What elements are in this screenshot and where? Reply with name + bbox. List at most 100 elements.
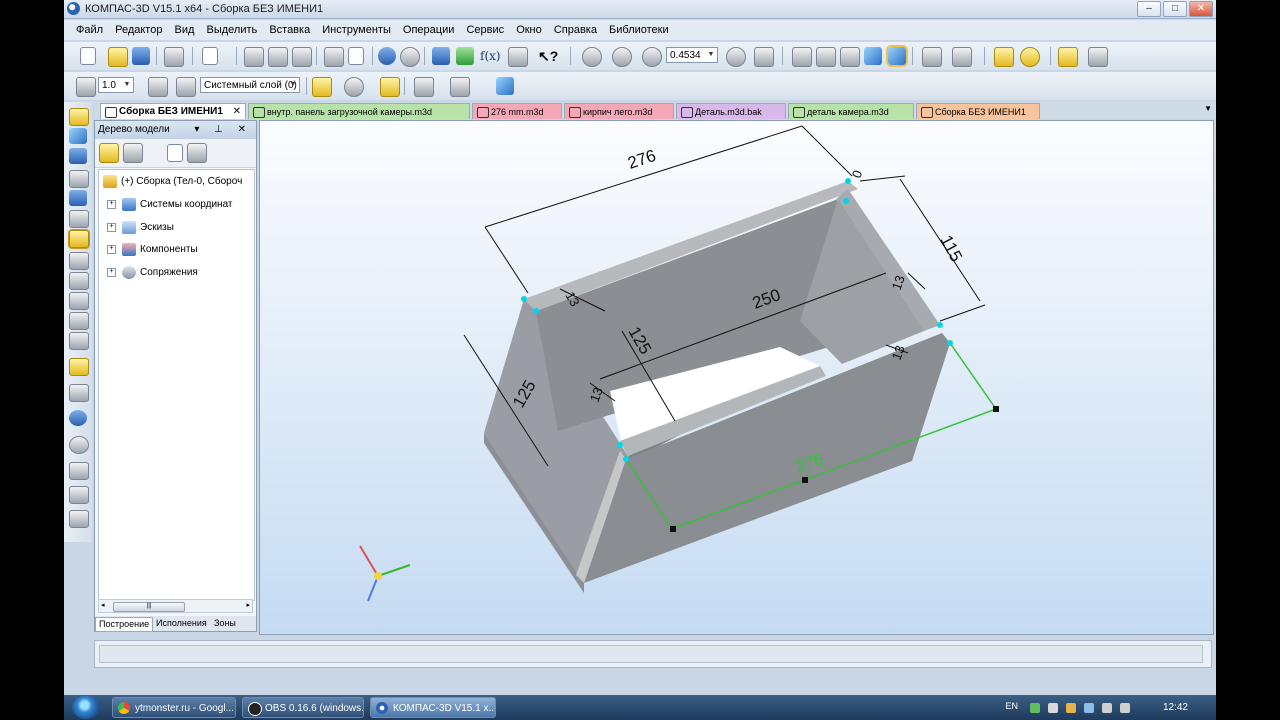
view-params-icon[interactable] [496,77,514,95]
component-icon[interactable] [69,128,87,144]
step-field[interactable]: 1.0 ▼ [98,77,134,93]
measure-tools-icon[interactable] [69,170,89,188]
menu-service[interactable]: Сервис [466,20,504,40]
tray-display-icon[interactable] [1120,703,1130,713]
tree-horizontal-scrollbar[interactable]: ◂ ||| ▸ [98,599,253,613]
task-kompas[interactable]: КОМПАС-3D V15.1 x... [370,697,496,718]
assembly-tree-icon[interactable] [1020,47,1040,67]
rotate-icon[interactable] [726,47,746,67]
document-list-icon[interactable] [348,47,364,65]
tray-app-icon[interactable] [1030,703,1040,713]
save-icon[interactable] [132,47,150,65]
zoom-window-icon[interactable] [582,47,602,67]
menu-window[interactable]: Окно [516,20,542,40]
tab-inner-panel[interactable]: внутр. панель загрузочной камеры.m3d [248,103,470,119]
minimize-button[interactable]: – [1137,1,1161,17]
help-pointer-icon[interactable]: ↖? [538,47,558,65]
tab-zones[interactable]: Зоны [211,617,239,630]
tree-item-coordinate-systems[interactable]: + Системы координат [107,197,233,213]
menu-select[interactable]: Выделить [207,20,258,40]
tree-item-components[interactable]: + Компоненты [107,242,198,258]
expand-icon[interactable]: + [107,267,116,277]
shaded-edges-cube-icon[interactable] [886,45,908,67]
expand-icon[interactable]: + [107,199,116,209]
arc-icon[interactable] [69,312,89,330]
copy-icon[interactable] [268,47,288,67]
dim-bracket-icon[interactable] [69,384,89,402]
tree-item-mates[interactable]: + Сопряжения [107,265,198,281]
tab-construction[interactable]: Построение [95,617,154,632]
close-tab-icon[interactable]: ✕ [233,104,241,119]
paste-icon[interactable] [292,47,312,67]
function-icon[interactable]: f(x) [480,47,501,65]
chevron-down-icon[interactable]: ▼ [122,79,132,91]
clock[interactable]: 12:42 [1163,702,1188,713]
ortho-icon[interactable] [380,77,400,97]
tree-by-structure-icon[interactable] [99,143,119,163]
tree-view-icon[interactable] [123,143,143,163]
tab-detail-bak[interactable]: Деталь.m3d.bak [676,103,786,119]
shaded-cube-icon[interactable] [864,47,882,65]
tree-split-icon[interactable] [187,143,207,163]
angle-icon[interactable] [69,462,89,480]
surface-icon[interactable] [69,190,87,206]
expand-icon[interactable]: + [107,222,116,232]
perspective-icon[interactable] [922,47,942,67]
hidden-lines-cube-icon[interactable] [816,47,836,67]
menu-view[interactable]: Вид [175,20,195,40]
redo-icon[interactable] [400,47,420,67]
snap-icon[interactable] [76,77,96,97]
orientation-icon[interactable] [754,47,774,67]
menu-editor[interactable]: Редактор [115,20,162,40]
magnet-icon[interactable] [344,77,364,97]
lines-icon[interactable] [69,292,89,310]
preview-icon[interactable] [202,47,218,65]
hammer-icon[interactable] [69,272,89,290]
maximize-button[interactable]: □ [1163,1,1187,17]
menu-libraries[interactable]: Библиотеки [609,20,669,40]
cursor-snap-icon[interactable] [148,77,168,97]
menu-tools[interactable]: Инструменты [322,20,391,40]
variables-icon[interactable] [456,47,474,65]
windows-start-icon[interactable] [72,696,100,719]
measure-icon[interactable] [1088,47,1108,67]
cut-icon[interactable] [244,47,264,67]
tree-item-sketches[interactable]: + Эскизы [107,220,174,236]
menu-help[interactable]: Справка [554,20,597,40]
linear-dim-icon[interactable] [69,358,89,376]
chevron-down-icon[interactable]: ▼ [288,79,298,91]
menu-insert[interactable]: Вставка [269,20,310,40]
menu-file[interactable]: Файл [76,20,103,40]
chevron-down-icon[interactable]: ▼ [706,49,716,61]
curves-icon[interactable] [69,210,89,228]
model-view-canvas[interactable]: 276 115 250 125 125 13 13 13 13 0 276 [260,121,1214,635]
dimensions-icon[interactable] [68,229,90,249]
expand-icon[interactable]: + [107,244,116,254]
undo-icon[interactable] [378,47,396,65]
task-obs[interactable]: OBS 0.16.6 (windows... [242,697,364,718]
tray-flag-icon[interactable] [1066,703,1076,713]
tab-assembly-active[interactable]: Сборка БЕЗ ИМЕНИ1 ✕ [100,103,246,119]
zoom-all-icon[interactable] [612,47,632,67]
tab-lego-brick[interactable]: кирпич лего.m3d [564,103,674,119]
model-viewport[interactable]: 276 115 250 125 125 13 13 13 13 0 276 [259,120,1214,635]
task-chrome[interactable]: ytmonster.ru - Googl... [112,697,236,718]
lamp-icon[interactable] [1058,47,1078,67]
settings-gear-icon[interactable] [508,47,528,67]
properties-brush-icon[interactable] [324,47,344,67]
diamond-icon[interactable] [69,148,87,164]
section-icon[interactable] [952,47,972,67]
grid-icon[interactable] [414,77,434,97]
editing-icon[interactable] [69,108,89,126]
local-cs-icon[interactable] [312,77,332,97]
menu-operations[interactable]: Операции [403,20,454,40]
scroll-left-icon[interactable]: ◂ [101,601,105,609]
tab-versions[interactable]: Исполнения [153,617,210,630]
tab-276mm[interactable]: 276 mm.m3d [472,103,562,119]
layer-icon[interactable] [176,77,196,97]
thin-lines-cube-icon[interactable] [840,47,860,67]
language-indicator[interactable]: EN [1005,701,1018,711]
open-folder-icon[interactable] [108,47,128,67]
height-dim-icon[interactable] [69,510,89,528]
diameter-icon[interactable] [69,410,87,426]
